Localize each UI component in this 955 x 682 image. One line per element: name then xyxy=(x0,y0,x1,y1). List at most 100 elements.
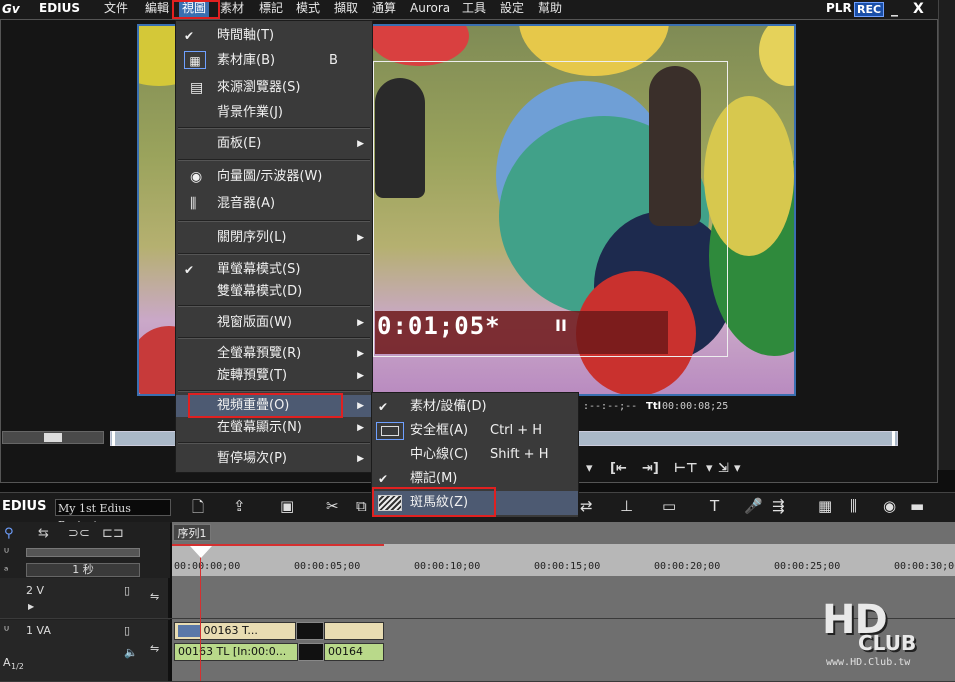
plr-indicator[interactable]: PLR xyxy=(826,1,852,15)
seek-start-marker xyxy=(112,431,115,446)
zoom-slider[interactable] xyxy=(26,548,140,557)
audio-clip[interactable]: 00163 TL [In:00:0... xyxy=(174,643,298,661)
menu-aurora[interactable]: Aurora xyxy=(410,0,450,17)
export-icon[interactable]: ⇶ xyxy=(772,497,785,515)
clip-name: 00163 xyxy=(178,645,213,658)
dropdown-chevron-icon[interactable]: ▾ xyxy=(734,461,741,476)
menu-clip[interactable]: 素材 xyxy=(220,0,244,17)
layout-icon[interactable]: ▬ xyxy=(910,497,924,515)
dropdown-chevron-icon[interactable]: ▾ xyxy=(586,461,593,476)
rec-indicator[interactable]: REC xyxy=(854,2,885,17)
menu-view-highlight xyxy=(172,0,220,19)
menu-edit[interactable]: 編輯 xyxy=(145,0,169,17)
timecode-display: 0:01;05* xyxy=(377,312,501,340)
menu-item-dual-screen[interactable]: 雙螢幕模式(D) xyxy=(176,281,372,303)
menu-marker[interactable]: 標記 xyxy=(259,0,283,17)
project-name-field[interactable]: My 1st Edius Project xyxy=(55,499,171,532)
sync-icon[interactable]: ⊏⊐ xyxy=(102,526,124,541)
tab-sequence-1[interactable]: 序列1 xyxy=(173,524,211,541)
menu-item-vectorscope[interactable]: ◉ 向量圖/示波器(W) xyxy=(176,166,372,188)
menu-separator xyxy=(178,253,370,255)
video-toggle-icon[interactable]: ᵁ xyxy=(4,546,9,559)
track-lock-icon[interactable]: ▯ xyxy=(124,584,130,597)
copy-icon[interactable]: ⧉ xyxy=(356,497,367,515)
vectorscope-icon[interactable]: ◉ xyxy=(883,497,896,515)
save-icon[interactable]: ▣ xyxy=(280,497,294,515)
playhead-handle[interactable] xyxy=(190,546,212,558)
ruler-tick: 00:00:30;00 xyxy=(894,561,955,572)
menu-separator xyxy=(178,127,370,129)
video-clip[interactable]: 00163 T... xyxy=(174,622,296,640)
add-marker-icon[interactable]: ⊥ xyxy=(620,497,633,515)
menu-item-timeline[interactable]: ✔ 時間軸(T) xyxy=(176,25,372,47)
menu-tools[interactable]: 工具 xyxy=(462,0,486,17)
menu-separator xyxy=(178,337,370,339)
submenu-item-safe-frame[interactable]: 安全框(A) Ctrl + H xyxy=(372,419,578,443)
menu-item-mixer[interactable]: ⫼ 混音器(A) xyxy=(176,193,372,215)
menu-file[interactable]: 文件 xyxy=(104,0,128,17)
close-button[interactable]: X xyxy=(913,1,924,17)
menu-item-pause-field[interactable]: 暫停場次(P) ▶ xyxy=(176,448,372,470)
menu-item-on-screen-display[interactable]: 在螢幕顯示(N) ▶ xyxy=(176,417,372,439)
mixer-icon: ⫼ xyxy=(190,196,197,212)
dropdown-chevron-icon[interactable]: ▾ xyxy=(706,461,713,476)
track-header-2v: 2 V ▯ ⇋ ▶ xyxy=(0,578,170,618)
audio-track-label: A xyxy=(3,656,11,669)
submenu-item-clip-device[interactable]: ✔ 素材/設備(D) xyxy=(372,395,578,419)
menu-separator xyxy=(178,220,370,222)
link-icon[interactable]: ⇆ xyxy=(38,526,49,541)
menu-item-fullscreen-preview[interactable]: 全螢幕預覽(R) ▶ xyxy=(176,343,372,365)
cut-icon[interactable]: ✂ xyxy=(326,497,339,515)
transition-clip[interactable] xyxy=(296,622,324,640)
new-sequence-icon[interactable]: 🗋 xyxy=(192,497,204,522)
audio-transition[interactable] xyxy=(298,643,324,661)
menu-help[interactable]: 幫助 xyxy=(538,0,562,17)
menu-item-window-layout[interactable]: 視窗版面(W) ▶ xyxy=(176,312,372,334)
track-sync-icon[interactable]: ⇋ xyxy=(150,590,159,603)
bin-icon[interactable]: ▦ xyxy=(818,497,832,515)
shuttle-knob[interactable] xyxy=(44,433,62,442)
speaker-icon[interactable]: 🔈 xyxy=(124,646,138,659)
menu-item-background-jobs[interactable]: 背景作業(J) xyxy=(176,102,372,124)
menu-item-source-browser[interactable]: ▤ 來源瀏覽器(S) xyxy=(176,77,372,99)
bin-icon: ▦ xyxy=(184,51,206,69)
menu-item-rotate-preview[interactable]: 旋轉預覽(T) ▶ xyxy=(176,365,372,387)
voice-over-icon[interactable]: 🎤 xyxy=(744,497,763,515)
menu-item-panel[interactable]: 面板(E) ▶ xyxy=(176,133,372,155)
audio-clip-2[interactable]: 00164 xyxy=(324,643,384,661)
ttl-label: Ttl xyxy=(646,401,662,412)
menu-capture[interactable]: 擷取 xyxy=(334,0,358,17)
audio-toggle-icon[interactable]: ᵃ xyxy=(4,564,8,577)
group-icon[interactable]: ⊃⊂ xyxy=(68,526,90,541)
track-lock-icon[interactable]: ▯ xyxy=(124,624,130,637)
track-tool-icon[interactable]: ⚲ xyxy=(4,526,14,541)
track-header-1va: ᵁ 1 VA ▯ 🔈 ⇋ A 1/2 xyxy=(0,620,170,681)
menu-item-single-screen[interactable]: ✔ 單螢幕模式(S) xyxy=(176,259,372,281)
menu-settings[interactable]: 設定 xyxy=(500,0,524,17)
minimize-button[interactable]: _ xyxy=(891,1,898,17)
set-in-icon[interactable]: [⇤ xyxy=(610,461,627,476)
track-sync-icon[interactable]: ⇋ xyxy=(150,642,159,655)
open-project-icon[interactable]: ⇪ xyxy=(233,497,246,515)
menu-render[interactable]: 通算 xyxy=(372,0,396,17)
video-track-toggle-icon[interactable]: ᵁ xyxy=(4,624,9,637)
expand-icon[interactable]: ▶ xyxy=(28,602,34,611)
menu-mode[interactable]: 模式 xyxy=(296,0,320,17)
mixer-icon[interactable]: ⫼ xyxy=(850,497,857,515)
split-icon[interactable]: ⊢⊤ xyxy=(674,461,698,476)
set-out-icon[interactable]: ⇥] xyxy=(642,461,659,476)
render-icon[interactable]: ▭ xyxy=(662,497,676,515)
in-out-display: :--:--;-- xyxy=(583,401,638,412)
playhead-line xyxy=(200,545,201,681)
zoom-scale-selector[interactable]: 1 秒 xyxy=(26,563,140,577)
video-clip-2[interactable] xyxy=(324,622,384,640)
export-icon[interactable]: ⇲ xyxy=(718,461,729,476)
safe-frame-icon xyxy=(376,422,404,440)
ripple-icon[interactable]: ⇄ xyxy=(580,497,593,515)
ball-yellow-corner xyxy=(759,26,794,86)
menu-item-close-sequence[interactable]: 關閉序列(L) ▶ xyxy=(176,227,372,249)
submenu-arrow-icon: ▶ xyxy=(357,423,364,433)
menu-item-bin[interactable]: ▦ 素材庫(B) B xyxy=(176,50,372,72)
title-icon[interactable]: T xyxy=(710,497,719,515)
submenu-item-center-line[interactable]: 中心線(C) Shift + H xyxy=(372,443,578,467)
